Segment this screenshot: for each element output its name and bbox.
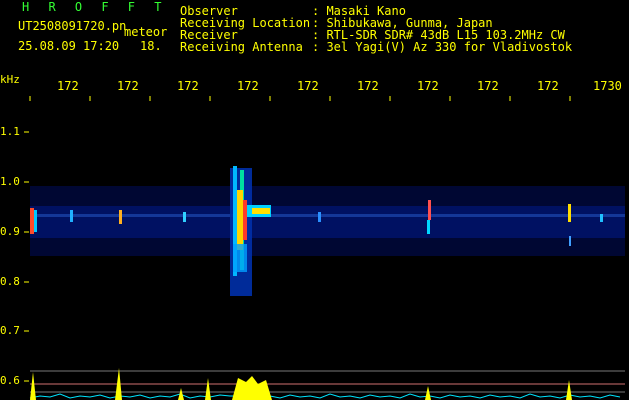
x-tick-label: 172 (417, 79, 439, 93)
spectrogram-plot (24, 96, 625, 400)
y-tick-marks (24, 131, 29, 382)
x-tick-label: 172 (537, 79, 559, 93)
count-label: 18. (140, 39, 162, 53)
axis-unit-label: kHz (0, 73, 20, 86)
datetime-label: 25.08.09 17:20 (18, 39, 120, 53)
x-tick-label: 172 (297, 79, 319, 93)
field-label-antenna: Receiving Antenna (180, 40, 303, 54)
x-tick-label: 172 (177, 79, 199, 93)
mode-label: meteor (124, 25, 168, 39)
x-tick-label: 172 (237, 79, 259, 93)
x-tick-label: 172 (357, 79, 379, 93)
x-tick-marks (29, 96, 571, 101)
signal-strength-panel (29, 368, 625, 400)
x-tick-label: 172 (117, 79, 139, 93)
app-title: H R O F F T (22, 0, 168, 14)
field-value-antenna: : 3el Yagi(V) Az 330 for Vladivostok (312, 40, 573, 54)
x-tick-label: 172 (477, 79, 499, 93)
x-tick-label: 1730 (593, 79, 622, 93)
filename-label: UT2508091720.pn (18, 19, 127, 33)
x-tick-label: 172 (57, 79, 79, 93)
